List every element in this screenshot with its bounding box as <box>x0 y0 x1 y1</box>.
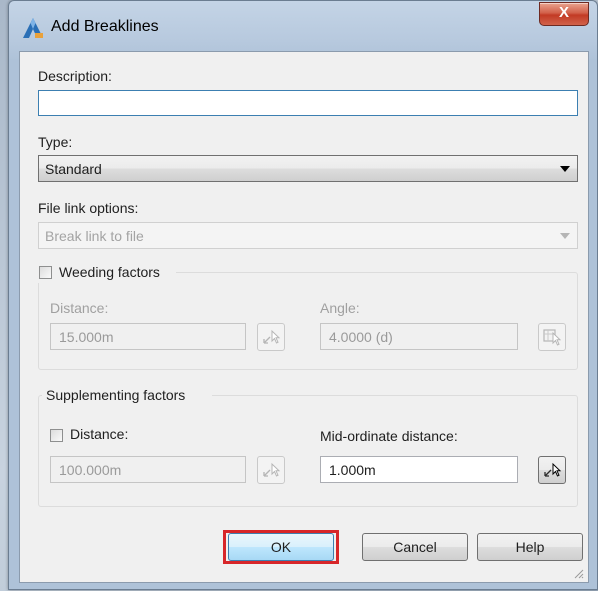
supplementing-factors-label: Supplementing factors <box>46 387 186 403</box>
pick-from-drawing-icon <box>544 462 562 477</box>
close-icon: X <box>558 4 569 21</box>
file-link-dropdown[interactable]: Break link to file <box>38 222 578 249</box>
pick-from-drawing-icon <box>263 329 281 344</box>
window-title: Add Breaklines <box>51 18 159 35</box>
pick-angle-icon <box>543 329 562 346</box>
close-button[interactable]: X <box>539 2 589 26</box>
angle-label: Angle: <box>320 300 360 316</box>
help-button[interactable]: Help <box>477 533 583 561</box>
type-dropdown[interactable]: Standard <box>38 155 578 182</box>
supplementing-distance-label: Distance: <box>70 426 129 442</box>
pick-from-drawing-icon <box>263 462 281 477</box>
supplementing-factors-group <box>38 395 578 507</box>
weeding-factors-checkbox[interactable] <box>39 266 52 279</box>
description-input[interactable] <box>38 90 578 116</box>
midordinate-input[interactable]: 1.000m <box>320 456 518 483</box>
description-label: Description: <box>38 68 112 84</box>
supplementing-distance-input[interactable]: 100.000m <box>50 456 246 483</box>
type-selected-value: Standard <box>45 161 102 177</box>
title-bar[interactable]: Add Breaklines X <box>9 1 597 53</box>
add-breaklines-dialog: Add Breaklines X Description: Type: Stan… <box>8 0 598 590</box>
supplementing-header: Supplementing factors <box>42 386 212 406</box>
weeding-distance-input[interactable]: 15.000m <box>50 323 246 350</box>
supplementing-distance-pick-button[interactable] <box>257 456 285 484</box>
weeding-distance-pick-button[interactable] <box>257 323 285 351</box>
dialog-body: Description: Type: Standard File link op… <box>19 51 589 583</box>
angle-input[interactable]: 4.0000 (d) <box>320 323 518 350</box>
resize-grip-icon[interactable] <box>574 569 584 579</box>
app-icon <box>23 18 43 38</box>
file-link-selected-value: Break link to file <box>45 228 144 244</box>
cancel-button[interactable]: Cancel <box>362 533 468 561</box>
chevron-down-icon <box>560 166 570 172</box>
midordinate-pick-button[interactable] <box>538 456 566 484</box>
chevron-down-icon <box>560 233 570 239</box>
weeding-header: Weeding factors <box>36 263 176 283</box>
midordinate-label: Mid-ordinate distance: <box>320 428 458 444</box>
weeding-factors-group <box>38 272 578 370</box>
file-link-label: File link options: <box>38 200 139 216</box>
ok-button[interactable]: OK <box>228 533 334 561</box>
supplementing-distance-checkbox[interactable] <box>50 429 63 442</box>
weeding-distance-label: Distance: <box>50 300 109 316</box>
type-label: Type: <box>38 134 73 150</box>
angle-pick-button[interactable] <box>538 323 566 351</box>
weeding-factors-label: Weeding factors <box>59 264 160 280</box>
